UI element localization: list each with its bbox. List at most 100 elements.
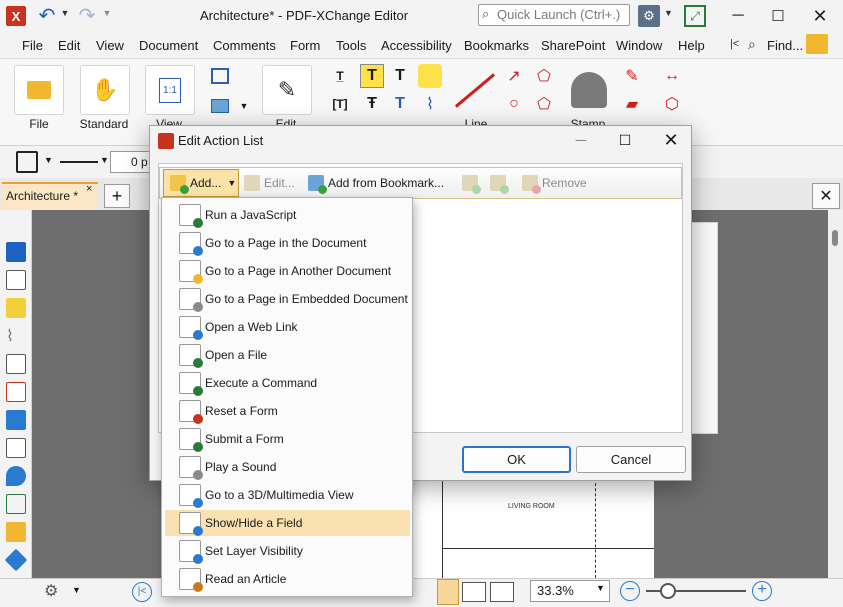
menu-item-goto-other-doc[interactable]: Go to a Page in Another Document: [165, 258, 410, 284]
strikeout-icon[interactable]: Ŧ: [360, 92, 384, 116]
comments-icon[interactable]: [6, 298, 26, 318]
menu-bookmarks[interactable]: Bookmarks: [464, 38, 529, 53]
vertical-scrollbar[interactable]: [828, 210, 843, 578]
menu-item-show-hide-field[interactable]: Show/Hide a Field: [165, 510, 410, 536]
layers-icon[interactable]: [6, 410, 26, 430]
two-page-view-icon[interactable]: [462, 582, 486, 602]
callout-icon[interactable]: [418, 64, 442, 88]
menu-file[interactable]: File: [22, 38, 43, 53]
first-page-icon[interactable]: |<: [132, 582, 152, 602]
menu-form[interactable]: Form: [290, 38, 320, 53]
zoom-dropdown-icon[interactable]: ▼: [596, 583, 605, 593]
attachment-icon[interactable]: ⌇: [418, 92, 442, 116]
menu-item-web-link[interactable]: Open a Web Link: [165, 314, 410, 340]
typewriter-icon[interactable]: T̲: [328, 64, 352, 88]
thumbnails-icon[interactable]: [6, 270, 26, 290]
menu-accessibility[interactable]: Accessibility: [381, 38, 452, 53]
menu-item-3d-view[interactable]: Go to a 3D/Multimedia View: [165, 482, 410, 508]
find-button[interactable]: Find...: [767, 38, 803, 53]
structure-icon[interactable]: [6, 494, 26, 514]
standard-ribbon-button[interactable]: ✋: [80, 65, 130, 115]
oval-icon[interactable]: ○: [502, 92, 526, 116]
ribbon-collapse-icon[interactable]: |<: [730, 38, 739, 50]
options-gear-icon[interactable]: ⚙: [44, 581, 66, 601]
menu-item-layer-visibility[interactable]: Set Layer Visibility: [165, 538, 410, 564]
polygon-icon[interactable]: ⬠: [532, 64, 556, 88]
maximize-button[interactable]: ☐: [758, 2, 798, 30]
edit-ribbon-button[interactable]: ✎: [262, 65, 312, 115]
remove-action-button[interactable]: Remove: [522, 169, 598, 197]
ok-button[interactable]: OK: [462, 446, 571, 473]
close-document-icon[interactable]: ✕: [812, 183, 840, 209]
dialog-close-button[interactable]: ✕: [656, 128, 686, 152]
menu-sharepoint[interactable]: SharePoint: [541, 38, 605, 53]
view-ribbon-button[interactable]: 1:1: [145, 65, 195, 115]
menu-view[interactable]: View: [96, 38, 124, 53]
menu-item-article[interactable]: Read an Article: [165, 566, 410, 592]
menu-comments[interactable]: Comments: [213, 38, 276, 53]
file-ribbon-button[interactable]: [14, 65, 64, 115]
measure-icon[interactable]: ↔: [660, 64, 684, 88]
close-button[interactable]: ✕: [798, 2, 842, 30]
zoom-out-icon[interactable]: −: [620, 581, 640, 601]
menu-item-execute-command[interactable]: Execute a Command: [165, 370, 410, 396]
minimize-button[interactable]: ─: [718, 2, 758, 30]
line-ribbon-button[interactable]: [450, 65, 500, 115]
textbox-icon[interactable]: [T]: [328, 92, 352, 116]
menu-document[interactable]: Document: [139, 38, 198, 53]
fields-icon[interactable]: [6, 438, 26, 458]
stroke-color-dropdown-icon[interactable]: ▼: [44, 155, 53, 165]
zoom-in-icon[interactable]: +: [752, 581, 772, 601]
eraser-icon[interactable]: ▰: [620, 92, 644, 116]
menu-item-open-file[interactable]: Open a File: [165, 342, 410, 368]
edit-text-icon[interactable]: [208, 64, 232, 88]
edit-image-icon[interactable]: [208, 94, 232, 118]
folder-icon[interactable]: [806, 34, 828, 54]
undo-dropdown-icon[interactable]: ▼: [60, 8, 70, 18]
pencil-icon[interactable]: ✎: [620, 64, 644, 88]
cancel-button[interactable]: Cancel: [576, 446, 686, 473]
menu-item-goto-page[interactable]: Go to a Page in the Document: [165, 230, 410, 256]
redo-icon[interactable]: ↷: [76, 4, 98, 27]
add-action-button[interactable]: Add... ▼: [163, 169, 239, 197]
zoom-slider-thumb[interactable]: [660, 583, 676, 599]
attachments-icon[interactable]: ⌇: [6, 326, 26, 346]
menu-item-javascript[interactable]: Run a JavaScript: [165, 202, 410, 228]
line-style-icon[interactable]: [60, 161, 98, 163]
menu-item-goto-embedded-doc[interactable]: Go to a Page in Embedded Document: [165, 286, 410, 312]
undo-icon[interactable]: ↶: [36, 4, 58, 27]
squiggly-text-icon[interactable]: T: [388, 64, 412, 88]
stamp-ribbon-button[interactable]: [564, 65, 614, 115]
bookmarks-icon[interactable]: [6, 242, 26, 262]
area-icon[interactable]: ⬡: [660, 92, 684, 116]
move-up-button[interactable]: [462, 169, 488, 197]
edit-action-button[interactable]: Edit...: [244, 169, 302, 197]
line-width-input[interactable]: 0 p: [110, 151, 150, 173]
options-dropdown-icon[interactable]: ▼: [72, 585, 81, 595]
menu-window[interactable]: Window: [616, 38, 662, 53]
edit-dropdown-icon[interactable]: ▼: [232, 94, 256, 118]
menu-item-submit-form[interactable]: Submit a Form: [165, 426, 410, 452]
settings-icon[interactable]: ⚙: [638, 5, 660, 27]
menu-edit[interactable]: Edit: [58, 38, 80, 53]
highlight-text-icon[interactable]: T: [360, 64, 384, 88]
content-icon[interactable]: [6, 354, 26, 374]
menu-item-reset-form[interactable]: Reset a Form: [165, 398, 410, 424]
links-icon[interactable]: [6, 522, 26, 542]
continuous-view-icon[interactable]: [490, 582, 514, 602]
menu-help[interactable]: Help: [678, 38, 705, 53]
stroke-color-swatch[interactable]: [16, 151, 38, 173]
move-down-button[interactable]: [490, 169, 516, 197]
line-style-dropdown-icon[interactable]: ▼: [100, 155, 109, 165]
tab-close-icon[interactable]: ×: [86, 183, 92, 195]
signatures-icon[interactable]: [6, 382, 26, 402]
add-from-bookmark-button[interactable]: Add from Bookmark...: [308, 169, 458, 197]
underline-icon[interactable]: T: [388, 92, 412, 116]
pentagon-icon[interactable]: ⬠: [532, 92, 556, 116]
single-page-view-icon[interactable]: [437, 579, 459, 605]
redo-dropdown-icon[interactable]: ▼: [102, 8, 112, 18]
arrow-icon[interactable]: ↗: [502, 64, 526, 88]
menu-item-sound[interactable]: Play a Sound: [165, 454, 410, 480]
dialog-maximize-button[interactable]: ☐: [610, 128, 640, 152]
new-tab-button[interactable]: +: [104, 184, 130, 208]
